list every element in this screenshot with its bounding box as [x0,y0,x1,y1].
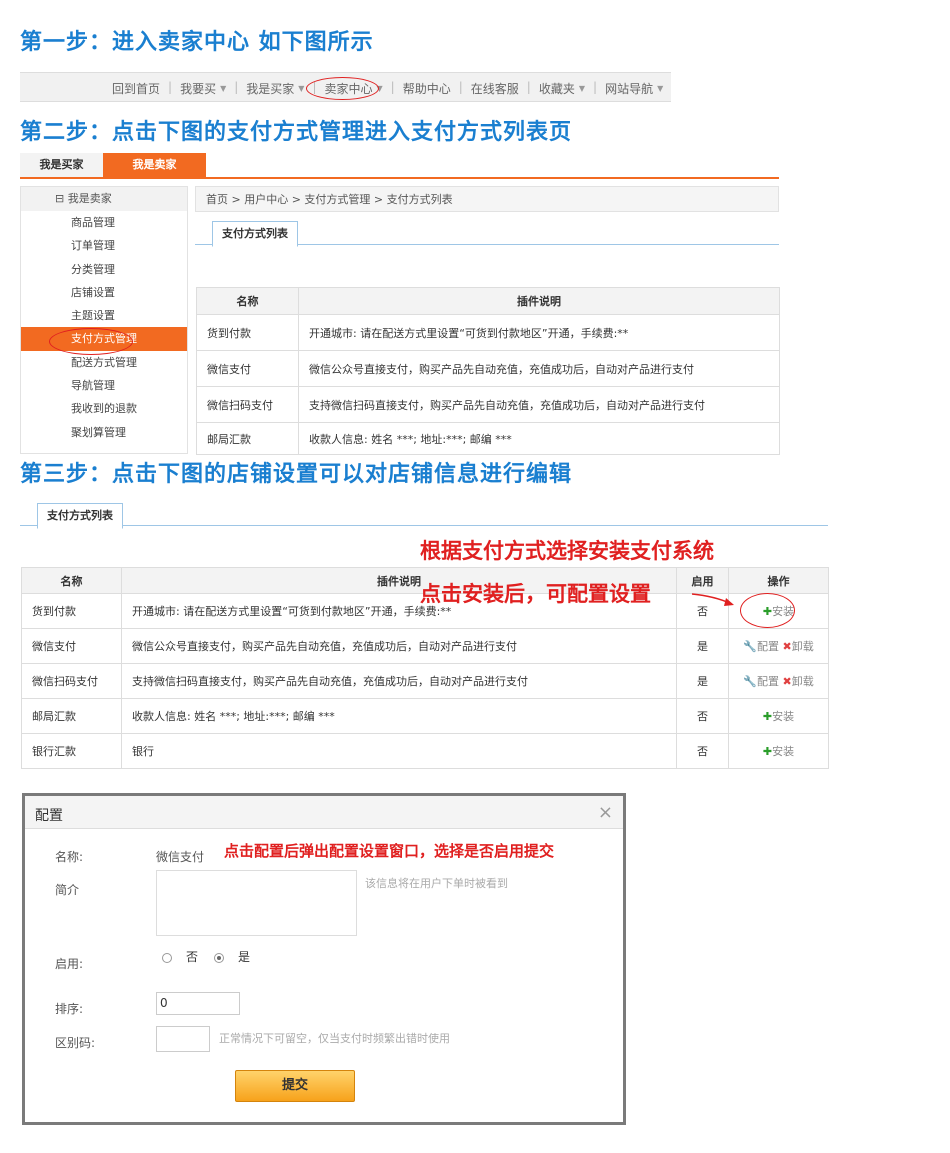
intro-label: 简介 [55,883,80,897]
wrench-icon: 🔧 [743,640,757,653]
highlight-ellipse [740,593,795,628]
code-label: 区别码: [55,1036,96,1050]
table-row: 邮局汇款 收款人信息: 姓名 ***; 地址:***; 邮编 *** [196,422,780,455]
enable-no-radio[interactable] [162,953,172,963]
install-button[interactable]: ✚安装 [763,710,794,723]
highlight-ellipse [49,328,133,355]
payment-table-step2: 名称 插件说明 货到付款 开通城市: 请在配送方式里设置“可货到付款地区”开通，手… [196,287,780,455]
dialog-header: 配置 × [25,796,623,829]
code-input[interactable] [156,1026,210,1052]
step1-title: 第一步：进入卖家中心 如下图所示 [20,29,374,55]
chevron-down-icon: ▼ [220,84,227,93]
close-icon[interactable]: × [598,802,613,823]
nav-home[interactable]: 回到首页 [112,80,160,97]
table-row: 微信支付 微信公众号直接支付，购买产品先自动充值，充值成功后，自动对产品进行支付 [196,350,780,387]
tab-seller[interactable]: 我是卖家 [103,153,206,177]
uninstall-button[interactable]: ✖卸载 [782,675,813,688]
sidebar-item-nav[interactable]: 导航管理 [21,374,187,397]
close-icon: ✖ [782,640,792,653]
intro-textarea[interactable] [156,870,357,936]
annotation-note: 点击配置后弹出配置设置窗口，选择是否启用提交 [224,842,555,860]
table-row: 微信扫码支付 支持微信扫码直接支付，购买产品先自动充值，充值成功后，自动对产品进行… [196,386,780,423]
nav-favorites[interactable]: 收藏夹 ▼ [539,80,585,97]
name-label: 名称: [55,850,84,864]
name-value: 微信支付 [156,850,205,864]
nav-site[interactable]: 网站导航 ▼ [605,80,663,97]
col-operation: 操作 [728,567,829,594]
code-hint: 正常情况下可留空，仅当支付时频繁出错时使用 [219,1032,450,1045]
nav-service[interactable]: 在线客服 [471,80,519,97]
enable-no-label: 否 [186,950,199,964]
table-row: 银行汇款 银行否 ✚安装 [21,733,829,769]
highlight-ellipse [306,77,379,100]
table-row: 微信支付 微信公众号直接支付，购买产品先自动充值，充值成功后，自动对产品进行支付是… [21,628,829,664]
sidebar-head[interactable]: ⊟ 我是卖家 [21,187,187,211]
tab-payment-list[interactable]: 支付方式列表 [212,221,298,247]
intro-hint: 该信息将在用户下单时被看到 [365,877,508,890]
plus-icon: ✚ [762,745,773,758]
nav-buy[interactable]: 我要买 ▼ [180,80,226,97]
sort-input[interactable]: 0 [156,992,240,1015]
step2-title: 第二步：点击下图的支付方式管理进入支付方式列表页 [20,119,573,145]
dialog-title: 配置 [35,808,63,824]
nav-buyer[interactable]: 我是买家 ▼ [246,80,304,97]
sidebar-item-category[interactable]: 分类管理 [21,258,187,281]
breadcrumb: 首页 > 用户中心 > 支付方式管理 > 支付方式列表 [195,186,779,212]
step3-title: 第三步：点击下图的店铺设置可以对店铺信息进行编辑 [20,461,573,487]
uninstall-button[interactable]: ✖卸载 [782,640,813,653]
config-button[interactable]: 🔧配置 [743,675,779,688]
tab-payment-list[interactable]: 支付方式列表 [37,503,123,529]
enable-label: 启用: [55,957,84,971]
config-button[interactable]: 🔧配置 [743,640,779,653]
seller-sidebar: ⊟ 我是卖家 商品管理 订单管理 分类管理 店铺设置 主题设置 支付方式管理 配… [20,186,188,454]
arrow-icon [691,593,734,606]
sidebar-item-goods[interactable]: 商品管理 [21,211,187,234]
chevron-down-icon: ▼ [298,84,305,93]
chevron-down-icon: ▼ [657,84,664,93]
close-icon: ✖ [782,675,792,688]
col-name: 名称 [196,287,299,315]
col-desc: 插件说明 [298,287,780,315]
sidebar-item-store[interactable]: 店铺设置 [21,281,187,304]
tab-buyer[interactable]: 我是买家 [20,153,103,177]
config-dialog: 配置 × 点击配置后弹出配置设置窗口，选择是否启用提交 名称: 微信支付 简介 … [22,793,626,1125]
annotation-note: 根据支付方式选择安装支付系统 [420,538,714,563]
sidebar-item-refund[interactable]: 我收到的退款 [21,397,187,420]
table-row: 邮局汇款 收款人信息: 姓名 ***; 地址:***; 邮编 *** 否 ✚安装 [21,698,829,734]
enable-yes-label: 是 [238,950,251,964]
annotation-note: 点击安装后，可配置设置 [420,581,651,606]
enable-yes-radio[interactable] [214,953,224,963]
install-button[interactable]: ✚安装 [763,745,794,758]
sort-label: 排序: [55,1002,84,1016]
submit-button[interactable]: 提交 [235,1070,355,1102]
role-tabs: 我是买家 我是卖家 [20,153,779,179]
nav-help[interactable]: 帮助中心 [403,80,451,97]
table-row: 货到付款 开通城市: 请在配送方式里设置“可货到付款地区”开通，手续费:** [196,314,780,351]
wrench-icon: 🔧 [743,675,757,688]
plus-icon: ✚ [762,710,773,723]
col-name: 名称 [21,567,122,594]
sidebar-item-groupbuy[interactable]: 聚划算管理 [21,421,187,444]
table-row: 微信扫码支付 支持微信扫码直接支付，购买产品先自动充值，充值成功后，自动对产品进行… [21,663,829,699]
chevron-down-icon: ▼ [578,84,586,93]
sidebar-item-theme[interactable]: 主题设置 [21,304,187,327]
collapse-icon: ⊟ [55,192,68,205]
sidebar-item-orders[interactable]: 订单管理 [21,234,187,257]
